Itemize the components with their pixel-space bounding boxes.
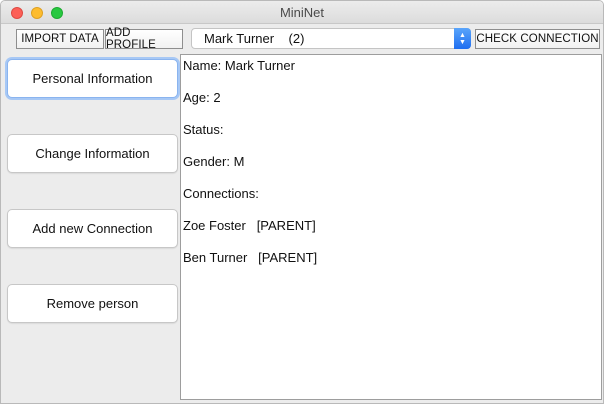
connection-item: Zoe Foster [PARENT]: [183, 218, 316, 233]
add-profile-button[interactable]: ADD PROFILE: [105, 27, 183, 51]
person-select-value: Mark Turner (2): [204, 31, 305, 46]
connections-heading: Connections:: [183, 186, 259, 201]
detail-age: Age: 2: [183, 90, 221, 105]
person-details-panel: Name: Mark Turner Age: 2 Status: Gender:…: [180, 54, 602, 400]
title-bar[interactable]: MiniNet: [1, 1, 603, 24]
detail-name: Name: Mark Turner: [183, 58, 295, 73]
mininet-window: MiniNet IMPORT DATA ADD PROFILE Mark Tur…: [0, 0, 604, 404]
select-arrows-icon[interactable]: ▲ ▼: [454, 28, 471, 49]
personal-information-button[interactable]: Personal Information: [7, 59, 178, 98]
window-title: MiniNet: [279, 5, 325, 20]
connection-item: Ben Turner [PARENT]: [183, 250, 318, 265]
add-new-connection-button[interactable]: Add new Connection: [7, 209, 178, 248]
import-data-button[interactable]: IMPORT DATA: [16, 29, 104, 49]
person-select[interactable]: Mark Turner (2) ▲ ▼: [191, 28, 471, 49]
toolbar: IMPORT DATA ADD PROFILE Mark Turner (2) …: [13, 27, 600, 51]
detail-status: Status:: [183, 122, 224, 137]
remove-person-button[interactable]: Remove person: [7, 284, 178, 323]
detail-gender: Gender: M: [183, 154, 245, 169]
change-information-button[interactable]: Change Information: [7, 134, 178, 173]
check-connection-button[interactable]: CHECK CONNECTION: [475, 29, 600, 49]
